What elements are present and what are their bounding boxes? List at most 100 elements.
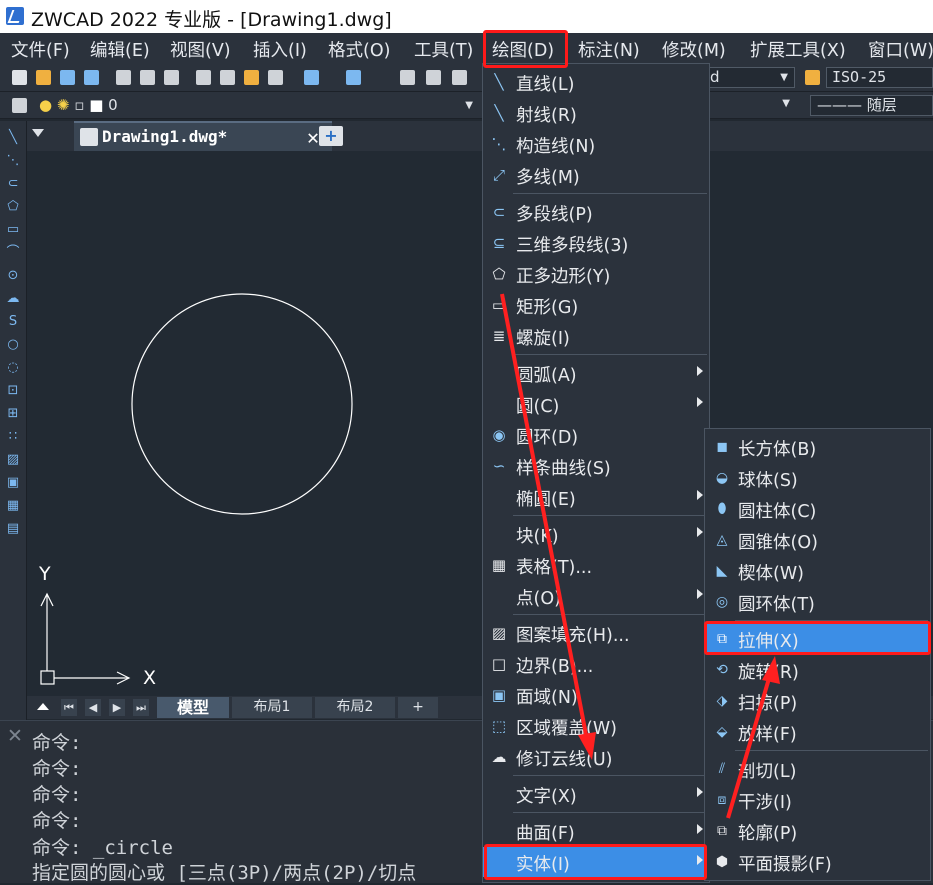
draw-menu-item-rectangle[interactable]: ▭ 矩形(G) xyxy=(483,290,709,320)
polyline-tool-icon[interactable]: ⊂ xyxy=(6,177,20,191)
menu-view[interactable]: 视图(V) xyxy=(170,37,231,62)
draw-menu-item-point[interactable]: 点(O) xyxy=(483,581,709,611)
tab-layout2[interactable]: 布局2 xyxy=(315,697,395,718)
draw-menu-item-arc[interactable]: 圆弧(A) xyxy=(483,358,709,388)
xline-tool-icon[interactable]: ⋱ xyxy=(6,154,20,168)
draw-menu-item-ray[interactable]: ╲ 射线(R) xyxy=(483,98,709,128)
draw-menu-item-donut[interactable]: ◉ 圆环(D) xyxy=(483,420,709,450)
first-layout-icon[interactable]: ⏮ xyxy=(61,699,77,716)
make-block-tool-icon[interactable]: ⊞ xyxy=(6,407,20,421)
line-tool-icon[interactable]: ╲ xyxy=(6,131,20,145)
command-prompt-line[interactable]: 指定圆的圆心或 [三点(3P)/两点(2P)/切点 xyxy=(32,858,416,885)
solid-menu-item-torus[interactable]: ◎ 圆环体(T) xyxy=(705,587,930,617)
tab-layout1[interactable]: 布局1 xyxy=(232,697,312,718)
save-icon[interactable] xyxy=(60,70,75,85)
tab-drawing1[interactable]: Drawing1.dwg* ✕ xyxy=(74,121,332,151)
insert-block-tool-icon[interactable]: ⊡ xyxy=(6,384,20,398)
hatch-tool-icon[interactable]: ▨ xyxy=(6,453,20,467)
undo-icon[interactable] xyxy=(304,70,319,85)
solid-menu-item-slice[interactable]: ⫽ 剖切(L) xyxy=(705,754,930,784)
draw-menu-item-hatch[interactable]: ▨ 图案填充(H)... xyxy=(483,618,709,648)
draw-menu-item-revcloud[interactable]: ☁ 修订云线(U) xyxy=(483,742,709,772)
draw-menu-item-ellipse[interactable]: 椭圆(E) xyxy=(483,482,709,512)
draw-menu-item-3d-polyline[interactable]: ⊆ 三维多段线(3) xyxy=(483,228,709,258)
zoom-window-icon[interactable] xyxy=(452,70,467,85)
text-style-select[interactable]: d ▼ xyxy=(705,67,795,88)
menu-extension-tools[interactable]: 扩展工具(X) xyxy=(750,37,846,62)
menu-modify[interactable]: 修改(M) xyxy=(662,37,726,62)
menu-insert[interactable]: 插入(I) xyxy=(253,37,307,62)
revcloud-tool-icon[interactable]: ☁ xyxy=(6,292,20,306)
draw-menu-item-xline[interactable]: ⋱ 构造线(N) xyxy=(483,129,709,159)
draw-menu-item-text[interactable]: 文字(X) xyxy=(483,779,709,809)
print-preview-icon[interactable] xyxy=(140,70,155,85)
layer-manager-icon[interactable] xyxy=(12,98,27,113)
spline-tool-icon[interactable]: S xyxy=(6,315,20,329)
draw-menu-item-multiline[interactable]: ⤢ 多线(M) xyxy=(483,160,709,190)
menu-format[interactable]: 格式(O) xyxy=(328,37,390,62)
linetype-select[interactable]: ——— 随层 xyxy=(810,95,933,116)
match-properties-icon[interactable] xyxy=(268,70,283,85)
region-tool-icon[interactable]: ▣ xyxy=(6,476,20,490)
mtext-tool-icon[interactable]: ▤ xyxy=(6,522,20,536)
draw-menu-item-surface[interactable]: 曲面(F) xyxy=(483,816,709,846)
solid-menu-item-profile[interactable]: ⧉ 轮廓(P) xyxy=(705,816,930,846)
solid-menu-item-box[interactable]: ◼ 长方体(B) xyxy=(705,432,930,462)
layer-select[interactable]: ● ✺ ▫ ■ 0 ▼ xyxy=(34,95,480,116)
close-tab-icon[interactable]: ✕ xyxy=(307,125,319,149)
zoom-realtime-icon[interactable] xyxy=(426,70,441,85)
circle-tool-icon[interactable]: ⊙ xyxy=(6,269,20,283)
new-tab-icon[interactable]: + xyxy=(319,126,343,146)
dimension-style-icon[interactable] xyxy=(805,70,820,85)
draw-menu-item-helix[interactable]: ≣ 螺旋(I) xyxy=(483,321,709,351)
scroll-up-icon[interactable] xyxy=(37,703,49,710)
draw-menu-item-block[interactable]: 块(K) xyxy=(483,519,709,549)
solid-menu-item-flatshot[interactable]: ⬢ 平面摄影(F) xyxy=(705,847,930,877)
solid-menu-item-revolve[interactable]: ⟲ 旋转(R) xyxy=(705,655,930,685)
open-folder-icon[interactable] xyxy=(36,70,51,85)
draw-menu-item-region[interactable]: ▣ 面域(N) xyxy=(483,680,709,710)
tab-model[interactable]: 模型 xyxy=(157,697,229,718)
menu-file[interactable]: 文件(F) xyxy=(11,37,70,62)
draw-menu-item-boundary[interactable]: □ 边界(B)... xyxy=(483,649,709,679)
draw-menu-item-polygon[interactable]: ⬠ 正多边形(Y) xyxy=(483,259,709,289)
next-layout-icon[interactable]: ▶ xyxy=(109,699,125,716)
print-icon[interactable] xyxy=(116,70,131,85)
solid-menu-item-sweep[interactable]: ⬗ 扫掠(P) xyxy=(705,686,930,716)
solid-menu-item-interfere[interactable]: ⧈ 干涉(I) xyxy=(705,785,930,815)
paste-icon[interactable] xyxy=(244,70,259,85)
solid-menu-item-loft[interactable]: ⬙ 放样(F) xyxy=(705,717,930,747)
table-tool-icon[interactable]: ▦ xyxy=(6,499,20,513)
solid-menu-item-sphere[interactable]: ◒ 球体(S) xyxy=(705,463,930,493)
color-select[interactable]: ▼ xyxy=(705,95,797,116)
cut-icon[interactable] xyxy=(196,70,211,85)
ellipse-tool-icon[interactable]: ○ xyxy=(6,338,20,352)
previous-layout-icon[interactable]: ◀ xyxy=(85,699,101,716)
copy-icon[interactable] xyxy=(220,70,235,85)
solid-menu-item-cylinder[interactable]: ⬮ 圆柱体(C) xyxy=(705,494,930,524)
draw-menu-item-spline[interactable]: ∽ 样条曲线(S) xyxy=(483,451,709,481)
tab-list-dropdown-icon[interactable] xyxy=(32,129,44,137)
arc-tool-icon[interactable]: ⌒ xyxy=(6,246,20,260)
redo-icon[interactable] xyxy=(346,70,361,85)
drawn-circle[interactable] xyxy=(131,293,353,515)
save-as-icon[interactable] xyxy=(84,70,99,85)
polygon-tool-icon[interactable]: ⬠ xyxy=(6,200,20,214)
draw-menu-item-wipeout[interactable]: ⬚ 区域覆盖(W) xyxy=(483,711,709,741)
menu-tools[interactable]: 工具(T) xyxy=(414,37,473,62)
plot-icon[interactable] xyxy=(164,70,179,85)
pan-icon[interactable] xyxy=(400,70,415,85)
close-command-icon[interactable]: ✕ xyxy=(7,725,23,747)
draw-menu-item-table[interactable]: ▦ 表格(T)... xyxy=(483,550,709,580)
new-file-icon[interactable] xyxy=(12,70,27,85)
menu-edit[interactable]: 编辑(E) xyxy=(90,37,150,62)
draw-menu-item-line[interactable]: ╲ 直线(L) xyxy=(483,67,709,97)
ellipse-arc-tool-icon[interactable]: ◌ xyxy=(6,361,20,375)
dimension-style-select[interactable]: ISO-25 xyxy=(826,67,933,88)
rectangle-tool-icon[interactable]: ▭ xyxy=(6,223,20,237)
point-tool-icon[interactable]: ∷ xyxy=(6,430,20,444)
draw-menu-item-circle[interactable]: 圆(C) xyxy=(483,389,709,419)
solid-menu-item-wedge[interactable]: ◣ 楔体(W) xyxy=(705,556,930,586)
menu-dimension[interactable]: 标注(N) xyxy=(578,37,640,62)
last-layout-icon[interactable]: ⏭ xyxy=(133,699,149,716)
